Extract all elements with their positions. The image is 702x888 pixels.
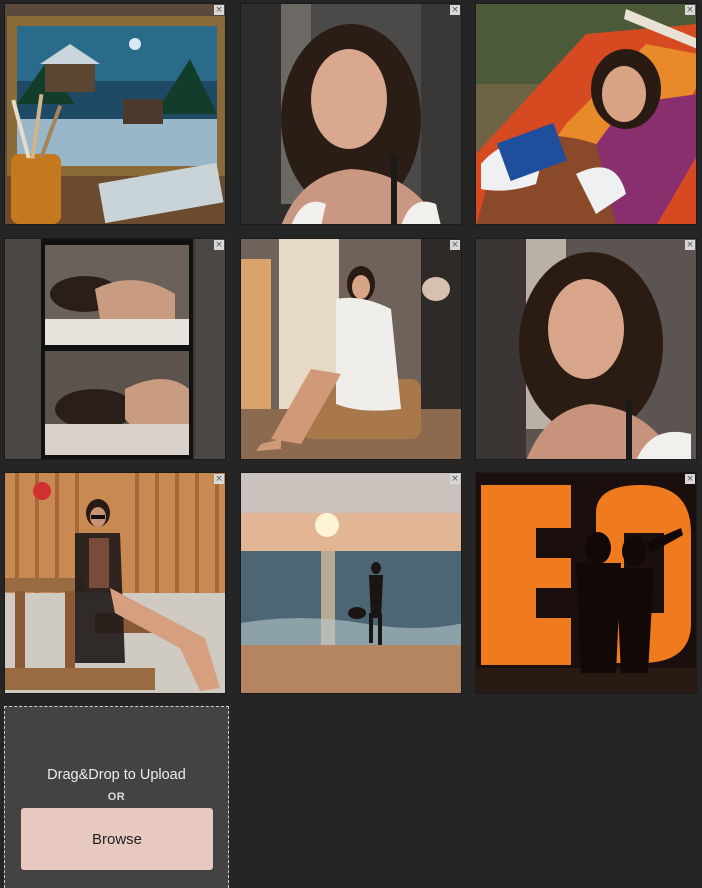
close-icon[interactable]: ×	[450, 474, 460, 484]
photo-robe-chair	[241, 239, 461, 459]
gallery-photo[interactable]: ×	[475, 238, 697, 460]
close-icon[interactable]: ×	[214, 474, 224, 484]
photo-closeup-portrait	[476, 239, 696, 459]
photo-hammock-reading	[476, 4, 696, 224]
photo-film-collage	[5, 239, 225, 459]
photo-bench-sunglasses	[5, 473, 225, 693]
close-icon[interactable]: ×	[214, 240, 224, 250]
gallery-photo[interactable]: ×	[475, 3, 697, 225]
close-icon[interactable]: ×	[685, 240, 695, 250]
photo-portrait-woman	[241, 4, 461, 224]
photo-marquee-letters	[476, 473, 696, 693]
gallery-photo[interactable]: ×	[4, 472, 226, 694]
close-icon[interactable]: ×	[685, 5, 695, 15]
photo-sunset-sea	[241, 473, 461, 693]
close-icon[interactable]: ×	[214, 5, 224, 15]
gallery-photo[interactable]: ×	[475, 472, 697, 694]
close-icon[interactable]: ×	[685, 474, 695, 484]
gallery-photo[interactable]: ×	[240, 238, 462, 460]
close-icon[interactable]: ×	[450, 5, 460, 15]
close-icon[interactable]: ×	[450, 240, 460, 250]
upload-dropzone[interactable]: Drag&Drop to Upload OR Browse	[4, 706, 229, 888]
photo-painting-still-life	[5, 4, 225, 224]
browse-button[interactable]: Browse	[21, 808, 213, 870]
gallery-photo[interactable]: ×	[4, 238, 226, 460]
or-divider-label: OR	[107, 791, 126, 803]
dropzone-label: Drag&Drop to Upload	[47, 767, 186, 783]
gallery-photo[interactable]: ×	[4, 3, 226, 225]
gallery-photo[interactable]: ×	[240, 472, 462, 694]
gallery-photo[interactable]: ×	[240, 3, 462, 225]
